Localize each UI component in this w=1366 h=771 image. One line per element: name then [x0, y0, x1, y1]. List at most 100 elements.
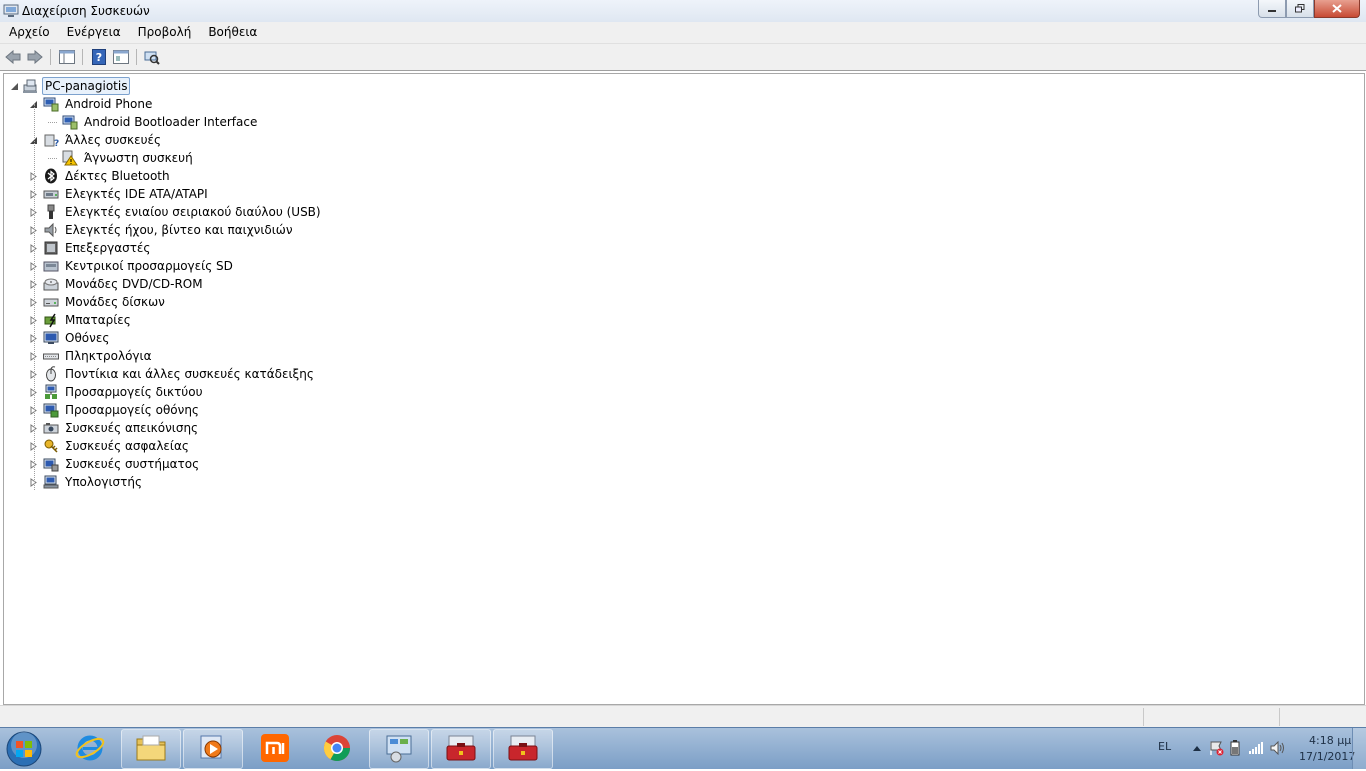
tree-node-label[interactable]: Κεντρικοί προσαρμογείς SD — [63, 258, 235, 274]
taskbar-app-button[interactable] — [307, 729, 367, 769]
tree-node-label[interactable]: Ποντίκια και άλλες συσκευές κατάδειξης — [63, 366, 316, 382]
tree-node[interactable]: Συσκευές ασφαλείας — [29, 437, 191, 455]
tree-node[interactable]: Ποντίκια και άλλες συσκευές κατάδειξης — [29, 365, 316, 383]
menu-action[interactable]: Ενέργεια — [58, 22, 129, 43]
tree-node[interactable]: Μονάδες δίσκων — [29, 293, 167, 311]
expanded-arrow-icon[interactable] — [10, 82, 19, 91]
taskbar-app-button[interactable] — [183, 729, 243, 769]
network-adapter-icon — [45, 384, 57, 399]
tree-node-label[interactable]: Επεξεργαστές — [63, 240, 152, 256]
tree-node-label[interactable]: Ελεγκτές ενιαίου σειριακού διαύλου (USB) — [63, 204, 323, 220]
tree-node-label[interactable]: Ελεγκτές ήχου, βίντεο και παιχνιδιών — [63, 222, 295, 238]
tree-node[interactable]: Ελεγκτές ενιαίου σειριακού διαύλου (USB) — [29, 203, 323, 221]
tree-node[interactable]: ? Άλλες συσκευές — [29, 131, 163, 149]
tree-node-label[interactable]: Συσκευές συστήματος — [63, 456, 201, 472]
android-device-icon — [62, 115, 78, 130]
menu-help[interactable]: Βοήθεια — [199, 22, 265, 43]
restore-button[interactable] — [1286, 0, 1314, 18]
tree-connector — [48, 158, 57, 159]
menu-file[interactable]: Αρχείο — [0, 22, 58, 43]
status-divider — [1143, 708, 1144, 726]
show-hidden-icons-icon[interactable] — [1192, 744, 1202, 752]
tree-node[interactable]: Μονάδες DVD/CD-ROM — [29, 275, 205, 293]
show-hide-console-tree-button[interactable] — [58, 49, 76, 65]
tree-node[interactable]: Επεξεργαστές — [29, 239, 152, 257]
tree-node-label[interactable]: Ελεγκτές IDE ATA/ATAPI — [63, 186, 210, 202]
tree-node-label[interactable]: Προσαρμογείς δικτύου — [63, 384, 205, 400]
battery-icon — [44, 313, 56, 328]
svg-text:?: ? — [96, 51, 102, 64]
tree-node[interactable]: Υπολογιστής — [29, 473, 144, 491]
bluetooth-icon — [45, 168, 57, 184]
tree-node-label[interactable]: Προσαρμογείς οθόνης — [63, 402, 201, 418]
disk-drive-icon — [43, 298, 59, 307]
taskbar-app-button[interactable] — [431, 729, 491, 769]
tree-node[interactable]: Προσαρμογείς δικτύου — [29, 383, 205, 401]
tree-node[interactable]: Άγνωστη συσκευή — [48, 149, 195, 167]
unknown-device-warning-icon — [62, 150, 78, 166]
menu-view[interactable]: Προβολή — [129, 22, 200, 43]
tree-node[interactable]: Συσκευές συστήματος — [29, 455, 201, 473]
taskbar-app-button[interactable] — [369, 729, 429, 769]
tree-node[interactable]: Κεντρικοί προσαρμογείς SD — [29, 257, 235, 275]
tree-node-label[interactable]: Μονάδες DVD/CD-ROM — [63, 276, 205, 292]
network-signal-icon[interactable] — [1248, 741, 1264, 755]
volume-icon[interactable] — [1270, 741, 1286, 755]
taskbar-app-button[interactable] — [493, 729, 553, 769]
tree-root-label[interactable]: PC-panagiotis — [42, 77, 131, 95]
forward-arrow-icon — [27, 50, 43, 64]
keyboard-icon — [43, 353, 59, 360]
tree-node-label[interactable]: Υπολογιστής — [63, 474, 144, 490]
back-arrow-icon — [5, 50, 21, 64]
clock-date[interactable]: 17/1/2017 — [1299, 750, 1355, 763]
tree-node-label[interactable]: Δέκτες Bluetooth — [63, 168, 172, 184]
tree-node-label[interactable]: Πληκτρολόγια — [63, 348, 154, 364]
tree-node[interactable]: Android Phone — [29, 95, 154, 113]
tree-node-label[interactable]: Μονάδες δίσκων — [63, 294, 167, 310]
device-tree[interactable]: PC-panagiotis Android Phone Android Bootl… — [3, 73, 1365, 705]
taskbar-app-button[interactable] — [60, 729, 120, 769]
tree-node[interactable]: Προσαρμογείς οθόνης — [29, 401, 201, 419]
tree-node[interactable]: Συσκευές απεικόνισης — [29, 419, 200, 437]
media-player-icon — [199, 734, 227, 765]
help-button[interactable]: ? — [90, 49, 108, 65]
speaker-icon — [44, 222, 57, 238]
taskbar-app-button[interactable] — [245, 729, 305, 769]
scan-hardware-button[interactable] — [143, 49, 161, 65]
tree-node[interactable]: Ελεγκτές IDE ATA/ATAPI — [29, 185, 210, 203]
taskbar-app-button[interactable] — [121, 729, 181, 769]
tree-node-label[interactable]: Άγνωστη συσκευή — [82, 150, 195, 166]
status-bar — [0, 705, 1366, 728]
tree-node[interactable]: Ελεγκτές ήχου, βίντεο και παιχνιδιών — [29, 221, 295, 239]
language-indicator[interactable]: EL — [1158, 740, 1171, 753]
tree-node[interactable]: Δέκτες Bluetooth — [29, 167, 172, 185]
minimize-button[interactable] — [1258, 0, 1286, 18]
tree-node[interactable]: Οθόνες — [29, 329, 111, 347]
toolbar: ? — [0, 44, 1366, 71]
tree-node[interactable]: Μπαταρίες — [29, 311, 133, 329]
tree-node[interactable]: Android Bootloader Interface — [48, 113, 259, 131]
tree-root[interactable]: PC-panagiotis — [10, 77, 131, 95]
tree-node-label[interactable]: Συσκευές ασφαλείας — [63, 438, 191, 454]
tree-node-label[interactable]: Android Bootloader Interface — [82, 114, 259, 130]
battery-tray-icon[interactable] — [1230, 740, 1240, 756]
clock-time[interactable]: 4:18 μμ — [1309, 734, 1351, 747]
tree-node-label[interactable]: Android Phone — [63, 96, 154, 112]
start-button[interactable] — [4, 730, 44, 768]
menu-bar: Αρχείο Ενέργεια Προβολή Βοήθεια — [0, 22, 1366, 44]
device-manager-app-icon — [3, 4, 19, 17]
tree-node-label[interactable]: Μπαταρίες — [63, 312, 133, 328]
tree-node-label[interactable]: Συσκευές απεικόνισης — [63, 420, 200, 436]
windows-orb-icon — [6, 731, 42, 767]
close-icon — [1332, 4, 1342, 13]
show-desktop-button[interactable] — [1352, 728, 1366, 769]
tree-node-label[interactable]: Οθόνες — [63, 330, 111, 346]
tree-node-label[interactable]: Άλλες συσκευές — [63, 132, 163, 148]
sd-host-icon — [43, 261, 59, 272]
tree-node[interactable]: Πληκτρολόγια — [29, 347, 154, 365]
back-button[interactable] — [4, 49, 22, 65]
properties-button[interactable] — [112, 49, 130, 65]
close-button[interactable] — [1314, 0, 1360, 18]
forward-button[interactable] — [26, 49, 44, 65]
action-center-flag-icon[interactable] — [1208, 740, 1224, 756]
